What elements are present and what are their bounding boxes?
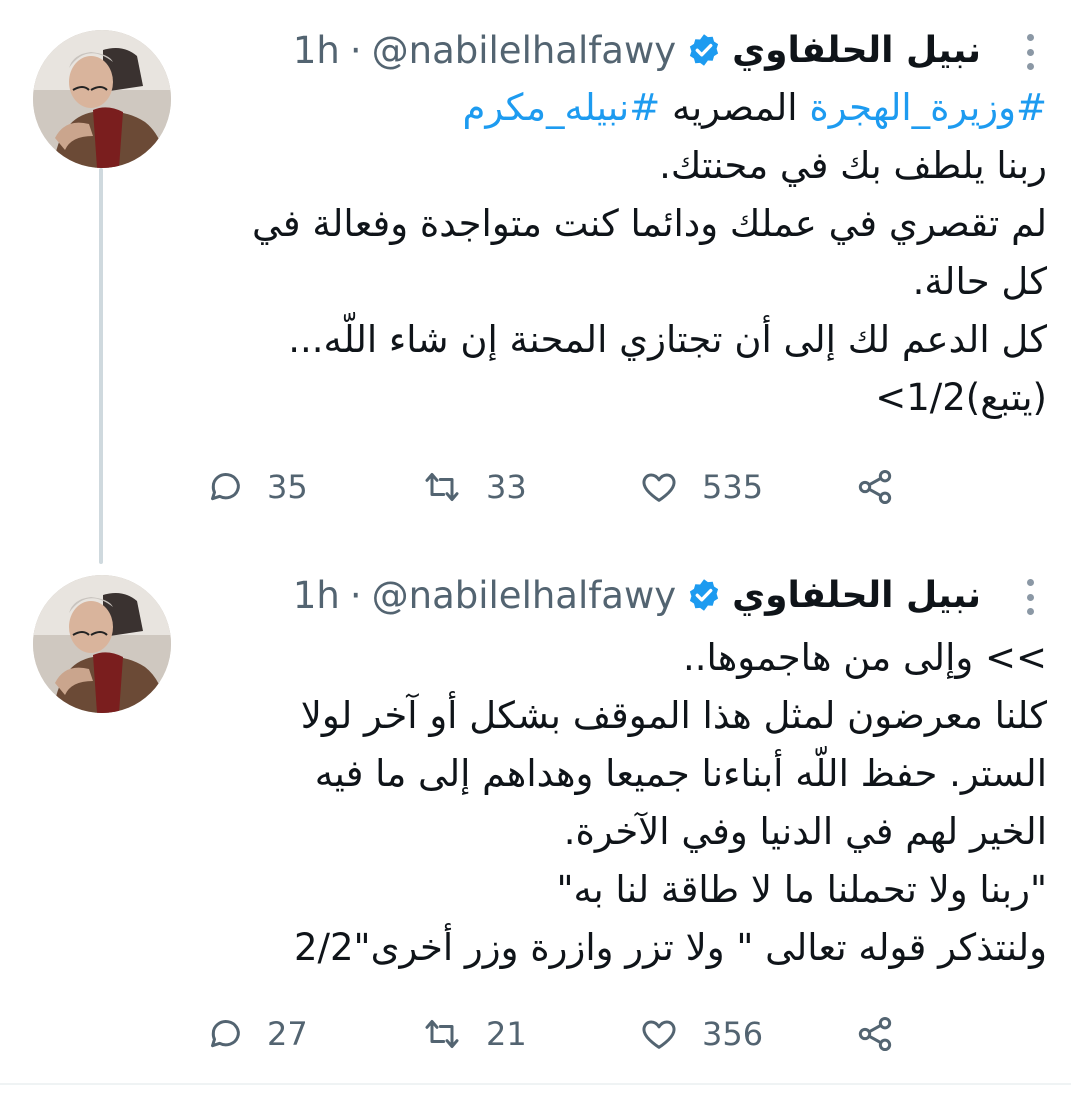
tweet-actions: 27 21 356	[205, 1009, 905, 1059]
tweet-time[interactable]: 1h	[293, 29, 340, 72]
like-button[interactable]: 535	[638, 467, 763, 507]
share-button[interactable]	[855, 1014, 895, 1054]
header-separator: ·	[349, 573, 362, 617]
hashtag-link[interactable]: #نبيله_مكرم	[462, 86, 660, 129]
more-vertical-icon[interactable]	[1025, 34, 1035, 70]
tweet-time[interactable]: 1h	[293, 574, 340, 617]
reply-icon	[211, 473, 240, 501]
like-count: 535	[702, 468, 764, 506]
avatar-photo	[33, 30, 171, 168]
tweet[interactable]: 1h · @nabilelhalfawy نبيل الحلفاوي #وزير…	[0, 0, 1071, 545]
tweet[interactable]: 1h · @nabilelhalfawy نبيل الحلفاوي >> وإ…	[0, 545, 1071, 1085]
tweet-text: >> وإلى من هاجموها.. كلنا معرضون لمثل هذ…	[200, 629, 1047, 977]
tweet-text: #وزيرة_الهجرة المصريه #نبيله_مكرم ربنا ي…	[200, 79, 1047, 427]
author-avatar[interactable]	[33, 575, 171, 713]
bottom-divider	[0, 1083, 1071, 1085]
author-avatar[interactable]	[33, 30, 171, 168]
hashtag-line: #وزيرة_الهجرة المصريه #نبيله_مكرم	[200, 79, 1047, 137]
heart-icon	[642, 1020, 676, 1049]
like-count: 356	[702, 1015, 764, 1053]
tweet-text-line: >> وإلى من هاجموها..	[682, 636, 1047, 679]
author-name[interactable]: نبيل الحلفاوي	[732, 575, 981, 616]
author-handle[interactable]: @nabilelhalfawy	[372, 29, 676, 72]
tweet-text-line: ربنا يلطف بك في محنتك.	[659, 144, 1047, 187]
author-name[interactable]: نبيل الحلفاوي	[732, 30, 981, 71]
share-icon	[858, 1017, 892, 1051]
author-handle[interactable]: @nabilelhalfawy	[372, 574, 676, 617]
tweet-text-line: الستر. حفظ اللّه أبناءنا جميعا وهداهم إل…	[314, 752, 1047, 795]
reply-button[interactable]: 35	[205, 467, 308, 507]
tweet-text-line: كلنا معرضون لمثل هذا الموقف بشكل أو آخر …	[300, 694, 1047, 737]
retweet-count: 21	[486, 1015, 527, 1053]
retweet-icon	[425, 1020, 459, 1048]
tweet-text-line: لم تقصري في عملك ودائما كنت متواجدة وفعا…	[252, 202, 1047, 245]
retweet-button[interactable]: 21	[420, 1014, 527, 1054]
tweet-header: 1h · @nabilelhalfawy نبيل الحلفاوي	[200, 565, 981, 625]
tweet-text-line: "ربنا ولا تحملنا ما لا طاقة لنا به"	[556, 868, 1048, 911]
like-button[interactable]: 356	[638, 1014, 763, 1054]
tweet-text-line: (يتبع)1/2>	[875, 376, 1047, 419]
tweet-actions: 35 33 535	[205, 462, 905, 512]
reply-button[interactable]: 27	[205, 1014, 308, 1054]
heart-icon	[642, 473, 676, 502]
retweet-count: 33	[486, 468, 527, 506]
retweet-button[interactable]: 33	[420, 467, 527, 507]
hashtag-plain-text: المصريه	[672, 86, 798, 129]
avatar-photo	[33, 575, 171, 713]
tweet-text-line: كل حالة.	[912, 260, 1047, 303]
tweet-header: 1h · @nabilelhalfawy نبيل الحلفاوي	[200, 20, 981, 80]
retweet-icon	[425, 473, 459, 501]
reply-count: 27	[267, 1015, 308, 1053]
verified-badge-icon	[690, 579, 719, 611]
share-button[interactable]	[855, 467, 895, 507]
tweet-text-line: كل الدعم لك إلى أن تجتازي المحنة إن شاء …	[288, 318, 1047, 361]
tweet-text-line: الخير لهم في الدنيا وفي الآخرة.	[563, 810, 1047, 853]
header-separator: ·	[349, 28, 362, 72]
reply-count: 35	[267, 468, 308, 506]
reply-icon	[211, 1020, 240, 1048]
more-vertical-icon[interactable]	[1025, 579, 1035, 615]
share-icon	[858, 470, 892, 504]
tweet-text-line: ولنتذكر قوله تعالى " ولا تزر وازرة وزر أ…	[294, 926, 1047, 969]
hashtag-link[interactable]: #وزيرة_الهجرة	[809, 86, 1047, 129]
verified-badge-icon	[690, 34, 719, 66]
